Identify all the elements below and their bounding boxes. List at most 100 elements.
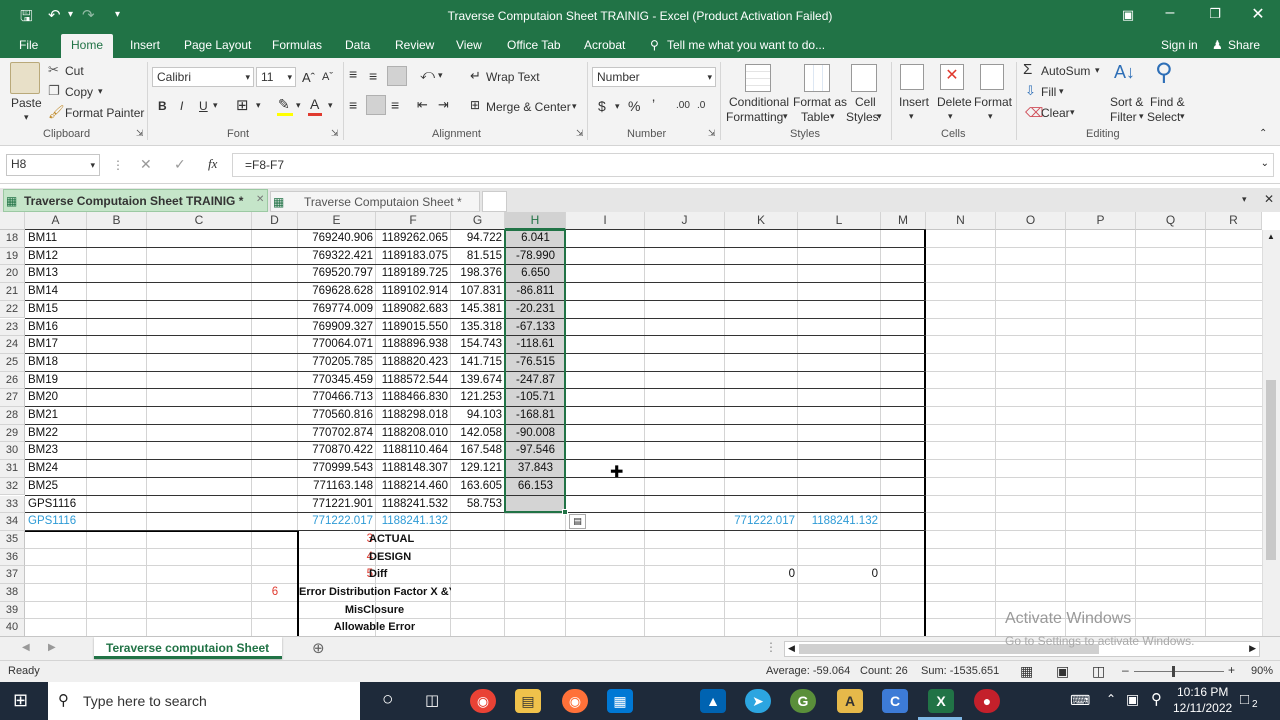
row-header[interactable]: 18 (0, 230, 25, 248)
align-right-icon[interactable]: ≡ (391, 97, 399, 113)
table-cell-northing[interactable]: 1189015.550 (376, 319, 451, 337)
row-header[interactable]: 33 (0, 495, 25, 514)
decrease-font-icon[interactable]: Aˇ (322, 71, 333, 83)
table-cell-easting[interactable]: 770466.713 (298, 389, 376, 407)
column-header-l[interactable]: L (798, 212, 881, 230)
table-cell-label[interactable]: MisClosure (298, 602, 451, 620)
network-icon[interactable]: ▣ (1126, 691, 1139, 708)
decrease-decimal-icon[interactable]: .0 (697, 100, 705, 111)
tab-page-layout[interactable]: Page Layout (184, 38, 251, 52)
table-cell-label[interactable]: Diff (368, 566, 451, 584)
excel-taskbar-icon[interactable]: X (928, 689, 954, 713)
table-cell-station[interactable]: BM19 (25, 372, 87, 390)
row-header[interactable]: 29 (0, 424, 25, 443)
tab-office-tab[interactable]: Office Tab (507, 38, 561, 52)
table-cell-d[interactable]: 6 (252, 584, 298, 602)
bottom-align-icon[interactable] (387, 66, 407, 86)
table-cell-easting[interactable]: 771222.017 (298, 513, 376, 531)
fill-dropdown-icon[interactable]: ▾ (296, 100, 301, 111)
tab-acrobat[interactable]: Acrobat (584, 38, 625, 52)
zoom-out-icon[interactable]: – (1122, 663, 1129, 677)
table-cell-station[interactable]: BM24 (25, 460, 87, 478)
row-header[interactable]: 30 (0, 442, 25, 461)
cell-styles-label-2[interactable]: Styles (846, 110, 879, 124)
column-header-a[interactable]: A (25, 212, 87, 230)
row-header[interactable]: 28 (0, 407, 25, 425)
format-as-table-label[interactable]: Format as (793, 95, 847, 109)
format-painter-button[interactable]: Format Painter (65, 106, 144, 120)
table-cell-northing[interactable]: 1189189.725 (376, 265, 451, 283)
table-cell-easting[interactable]: 770560.816 (298, 407, 376, 425)
paste-button[interactable]: Paste (11, 96, 42, 110)
alignment-launcher-icon[interactable]: ⇲ (576, 128, 584, 139)
autosum-dropdown-icon[interactable]: ▾ (1095, 65, 1100, 76)
font-launcher-icon[interactable]: ⇲ (331, 128, 339, 139)
tab-review[interactable]: Review (395, 38, 434, 52)
table-cell-distance[interactable]: 135.318 (451, 319, 505, 337)
cut-button[interactable]: Cut (65, 64, 84, 78)
row-header[interactable]: 31 (0, 460, 25, 478)
page-layout-view-icon[interactable]: ▣ (1056, 663, 1069, 680)
decrease-indent-icon[interactable]: ⇤ (417, 97, 428, 113)
minimize-button[interactable]: – (1150, 4, 1190, 22)
column-header-o[interactable]: O (996, 212, 1066, 230)
select-label[interactable]: Select (1147, 110, 1180, 124)
close-tab-icon[interactable]: ✕ (256, 194, 264, 205)
comma-icon[interactable]: ’ (652, 96, 655, 112)
telegram-icon[interactable]: ➤ (745, 689, 771, 713)
table-cell-distance[interactable]: 107.831 (451, 283, 505, 301)
conditional-dropdown-icon[interactable]: ▾ (783, 111, 788, 122)
row-header[interactable]: 22 (0, 300, 25, 319)
store-icon[interactable]: ▦ (607, 689, 633, 713)
table-cell-northing[interactable]: 1188896.938 (376, 336, 451, 354)
table-cell-easting[interactable]: 770205.785 (298, 354, 376, 372)
row-header[interactable]: 24 (0, 336, 25, 354)
table-cell-e[interactable]: 5 (298, 566, 376, 584)
table-cell-northing[interactable]: 1188214.460 (376, 478, 451, 496)
ribbon-display-icon[interactable]: ▣ (1108, 7, 1148, 23)
zoom-slider[interactable] (1134, 671, 1224, 672)
table-cell-easting[interactable]: 769240.906 (298, 230, 376, 248)
table-cell-easting[interactable]: 771163.148 (298, 478, 376, 496)
chrome-icon[interactable]: ◉ (470, 689, 496, 713)
table-cell-station[interactable]: BM12 (25, 248, 87, 266)
table-cell-distance[interactable]: 94.722 (451, 230, 505, 248)
table-cell-e[interactable]: 4 (298, 549, 376, 567)
app-icon-2[interactable]: G (790, 689, 816, 713)
conditional-formatting-label[interactable]: Conditional (729, 95, 789, 109)
language-globe-icon[interactable]: ⚲ (1151, 690, 1162, 708)
close-workbook-icon[interactable]: ✕ (1264, 192, 1274, 206)
table-cell-label[interactable]: DESIGN (368, 549, 451, 567)
tab-data[interactable]: Data (345, 38, 370, 52)
app-icon-3[interactable]: A (837, 689, 863, 713)
borders-dropdown-icon[interactable]: ▾ (256, 100, 261, 111)
table-cell-northing[interactable]: 1188466.830 (376, 389, 451, 407)
table-cell-northing[interactable]: 1189102.914 (376, 283, 451, 301)
table-cell-distance[interactable]: 139.674 (451, 372, 505, 390)
currency-icon[interactable]: $ (598, 98, 606, 114)
increase-decimal-icon[interactable]: .00 (676, 100, 690, 111)
collapse-ribbon-icon[interactable]: ⌃ (1259, 128, 1267, 139)
number-format-dropdown[interactable]: Number ▾ (592, 67, 716, 87)
table-cell-distance[interactable]: 121.253 (451, 389, 505, 407)
column-header-k[interactable]: K (725, 212, 798, 230)
table-cell-northing[interactable]: 1188241.532 (376, 496, 451, 514)
insert-function-icon[interactable]: fx (208, 156, 217, 172)
clear-dropdown-icon[interactable]: ▾ (1070, 107, 1075, 118)
copy-dropdown-icon[interactable]: ▾ (98, 86, 103, 97)
new-tab-button[interactable] (482, 191, 507, 212)
table-cell-distance[interactable]: 154.743 (451, 336, 505, 354)
column-header-e[interactable]: E (298, 212, 376, 230)
row-header[interactable]: 27 (0, 389, 25, 407)
table-cell-northing[interactable]: 1188208.010 (376, 425, 451, 443)
table-cell-l[interactable]: 0 (798, 566, 881, 584)
bold-icon[interactable]: B (158, 99, 167, 113)
align-center-icon[interactable] (366, 95, 386, 115)
scroll-up-icon[interactable]: ▲ (1267, 232, 1275, 241)
close-button[interactable]: ✕ (1238, 4, 1278, 24)
table-cell-station[interactable]: BM21 (25, 407, 87, 425)
table-cell-label[interactable]: Error Distribution Factor X &Y (298, 584, 451, 602)
copy-button[interactable]: Copy (65, 85, 93, 99)
underline-dropdown-icon[interactable]: ▾ (213, 100, 218, 111)
table-cell-station[interactable]: BM13 (25, 265, 87, 283)
